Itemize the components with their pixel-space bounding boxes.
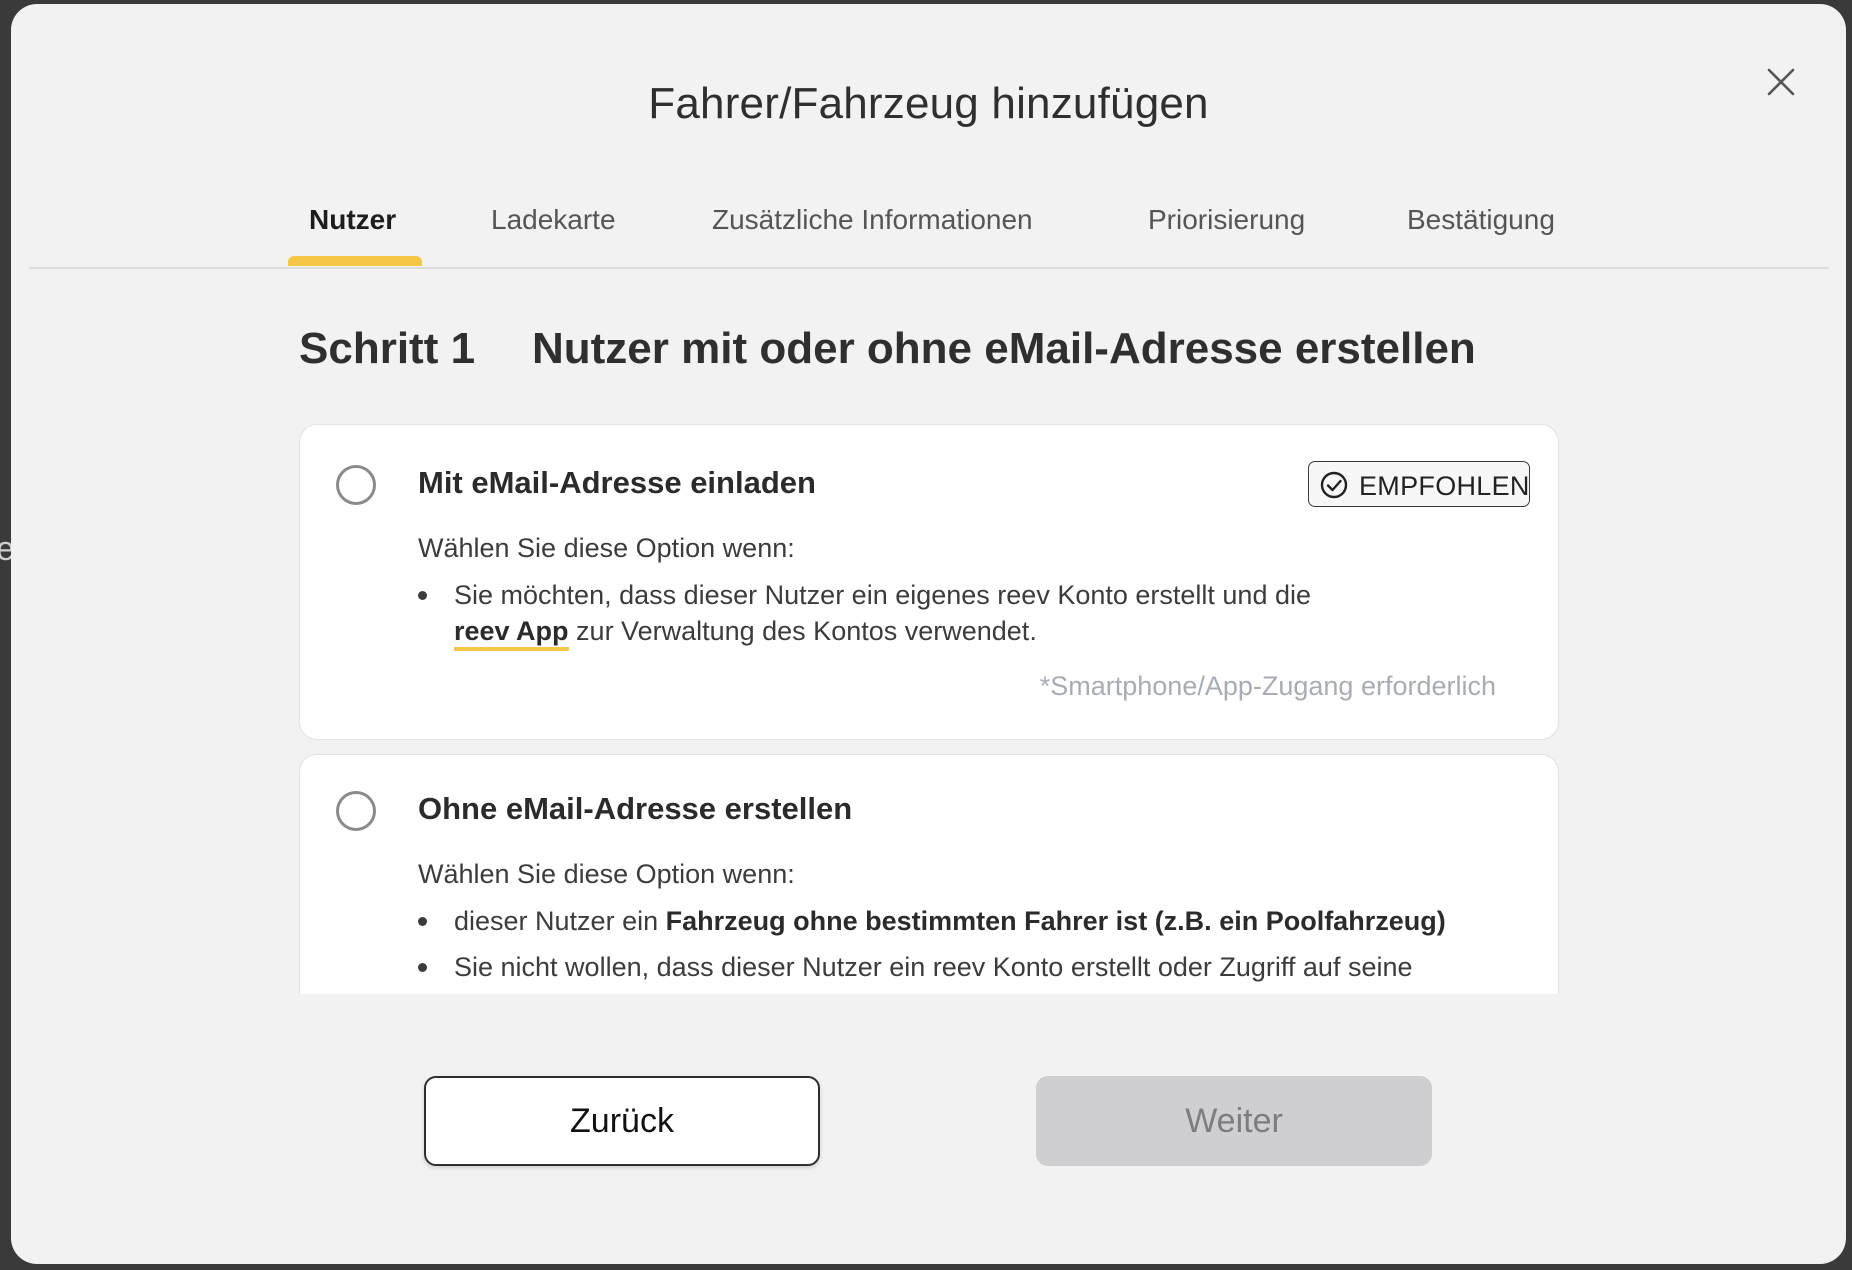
radio-without-email[interactable] [336,791,376,831]
wizard-tabs: Nutzer Ladekarte Zusätzliche Information… [29,204,1829,269]
step-number: Schritt 1 [299,324,476,373]
active-tab-indicator [288,256,422,266]
requirement-note: *Smartphone/App-Zugang erforderlich [1039,671,1496,701]
option-card-without-email[interactable]: Ohne eMail-Adresse erstellen Wählen Sie … [299,754,1559,994]
list-item: Sie möchten, dass dieser Nutzer ein eige… [418,577,1418,657]
bullet-text-line2: reev App zur Verwaltung des Kontos verwe… [454,613,1037,651]
list-item: Sie nicht wollen, dass dieser Nutzer ein… [418,949,1559,989]
bullet-text: Sie möchten, dass dieser Nutzer ein eige… [454,580,1311,610]
radio-with-email[interactable] [336,465,376,505]
options-scroll-area[interactable]: Mit eMail-Adresse einladen EMPFOHLEN Wäh… [299,424,1559,994]
tab-zusaetzliche-informationen[interactable]: Zusätzliche Informationen [712,204,1033,236]
list-item: dieser Nutzer ein Fahrzeug ohne bestimmt… [418,903,1559,943]
bullet-dot [418,917,427,926]
option-title-without-email: Ohne eMail-Adresse erstellen [418,791,853,826]
add-driver-vehicle-dialog: Fahrer/Fahrzeug hinzufügen Nutzer Ladeka… [11,4,1846,1264]
check-circle-icon [1320,471,1348,499]
step-title: Nutzer mit oder ohne eMail-Adresse erste… [532,324,1476,373]
tab-priorisierung[interactable]: Priorisierung [1148,204,1305,236]
option-intro: Wählen Sie diese Option wenn: [418,533,795,563]
bullet-text-rest: zur Verwaltung des Kontos verwendet. [568,616,1037,646]
dialog-title: Fahrer/Fahrzeug hinzufügen [648,79,1209,128]
reev-app-link[interactable]: reev App [454,616,569,651]
option-card-with-email[interactable]: Mit eMail-Adresse einladen EMPFOHLEN Wäh… [299,424,1559,740]
badge-label: EMPFOHLEN [1359,471,1530,501]
option-intro: Wählen Sie diese Option wenn: [418,859,795,889]
recommended-badge: EMPFOHLEN [1308,461,1530,507]
option-title-with-email: Mit eMail-Adresse einladen [418,465,816,500]
bullet-bold-text: Fahrzeug ohne bestimmten Fahrer ist (z.B… [665,906,1446,936]
bullet-dot [418,963,427,972]
bullet-text: Sie nicht wollen, dass dieser Nutzer ein… [454,952,1413,982]
tab-ladekarte[interactable]: Ladekarte [491,204,616,236]
next-button[interactable]: Weiter [1036,1076,1432,1166]
tab-nutzer[interactable]: Nutzer [309,204,396,236]
bullet-dot [418,591,427,600]
bullet-prefix: dieser Nutzer ein [454,906,666,936]
back-button[interactable]: Zurück [424,1076,820,1166]
tab-bestaetigung[interactable]: Bestätigung [1407,204,1555,236]
bullet-text: dieser Nutzer ein Fahrzeug ohne bestimmt… [454,903,1446,939]
